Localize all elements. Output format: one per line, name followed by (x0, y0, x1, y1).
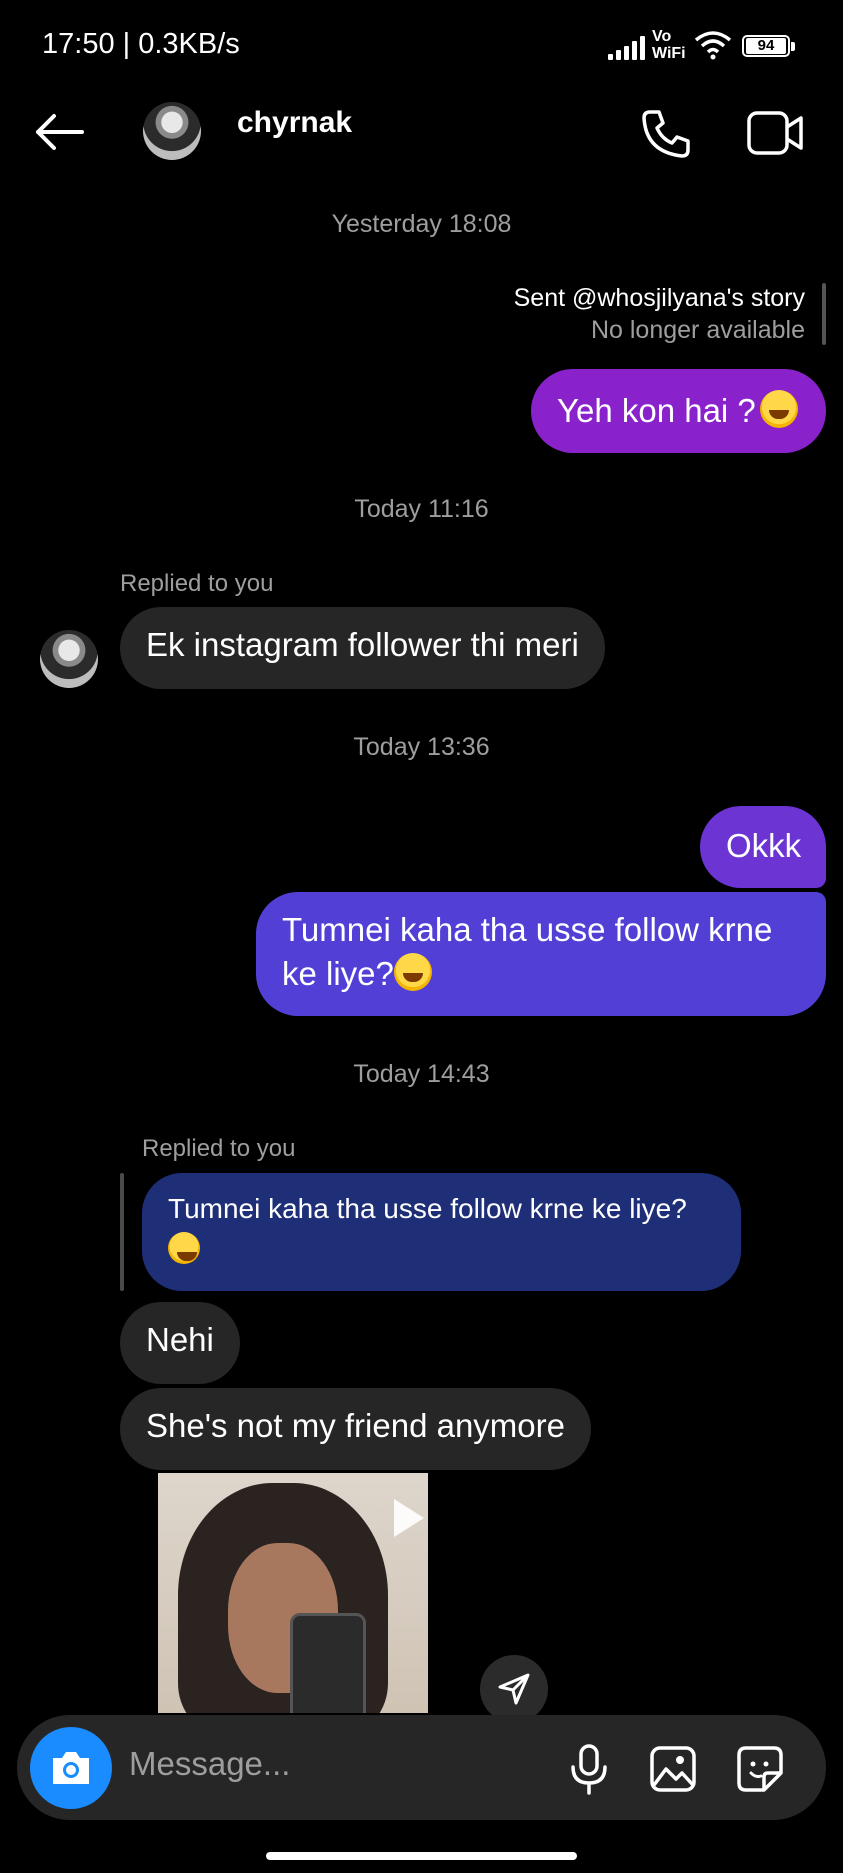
microphone-icon[interactable] (569, 1743, 609, 1795)
sweat-smile-emoji-icon (168, 1232, 200, 1264)
message-text: Yeh kon hai ? (557, 392, 756, 429)
sticker-icon[interactable] (736, 1745, 784, 1793)
signal-icon (608, 36, 648, 60)
sent-message[interactable]: Yeh kon hai ? (531, 369, 826, 453)
send-icon (498, 1673, 530, 1705)
wifi-icon (694, 31, 732, 60)
play-icon[interactable] (392, 1497, 426, 1539)
timestamp: Today 14:43 (353, 1060, 490, 1088)
message-input[interactable]: Message... (129, 1745, 549, 1783)
replied-label: Replied to you (142, 1135, 296, 1162)
sweat-smile-emoji-icon (393, 953, 432, 991)
status-time: 17:50 | 0.3KB/s (42, 28, 240, 60)
received-message[interactable]: Nehi (120, 1302, 240, 1384)
share-button[interactable] (480, 1655, 548, 1723)
received-message[interactable]: Ek instagram follower thi meri (120, 607, 605, 689)
home-indicator[interactable] (266, 1852, 577, 1860)
quoted-text: Tumnei kaha tha usse follow krne ke liye… (168, 1193, 687, 1224)
message-text-line: Tumnei kaha tha usse follow krne (282, 911, 773, 948)
camera-button[interactable] (30, 1727, 112, 1809)
header-avatar[interactable] (143, 102, 201, 160)
story-sent-label: Sent @whosjilyana's story (513, 284, 805, 312)
message-composer: Message... (17, 1715, 826, 1820)
battery-icon: 94 (742, 35, 795, 57)
story-quote-line (822, 283, 826, 345)
held-phone-shape (290, 1613, 366, 1713)
sent-message[interactable]: Okkk (700, 806, 826, 888)
timestamp: Today 11:16 (354, 495, 489, 523)
back-arrow-icon[interactable] (34, 112, 84, 152)
message-text-line: ke liye? (282, 955, 394, 992)
timestamp: Today 13:36 (353, 733, 490, 761)
sweat-smile-emoji-icon (759, 390, 798, 428)
gallery-icon[interactable] (649, 1745, 697, 1793)
video-call-icon[interactable] (746, 110, 804, 156)
reply-quote-line (120, 1173, 124, 1291)
sent-message[interactable]: Tumnei kaha tha usse follow krne ke liye… (256, 892, 826, 1016)
phone-icon[interactable] (640, 108, 692, 160)
sender-avatar[interactable] (40, 630, 98, 688)
shared-video-thumbnail[interactable] (158, 1473, 428, 1713)
story-status-label: No longer available (590, 316, 805, 344)
story-reply-info[interactable]: Sent @whosjilyana's story No longer avai… (514, 282, 805, 346)
battery-level: 94 (746, 38, 786, 54)
quoted-message[interactable]: Tumnei kaha tha usse follow krne ke liye… (142, 1173, 741, 1291)
network-label: Vo WiFi (652, 28, 686, 62)
timestamp: Yesterday 18:08 (331, 210, 512, 238)
header-username[interactable]: chyrnak (237, 106, 352, 140)
camera-icon (53, 1752, 89, 1784)
received-message[interactable]: She's not my friend anymore (120, 1388, 591, 1470)
replied-label: Replied to you (120, 570, 274, 597)
